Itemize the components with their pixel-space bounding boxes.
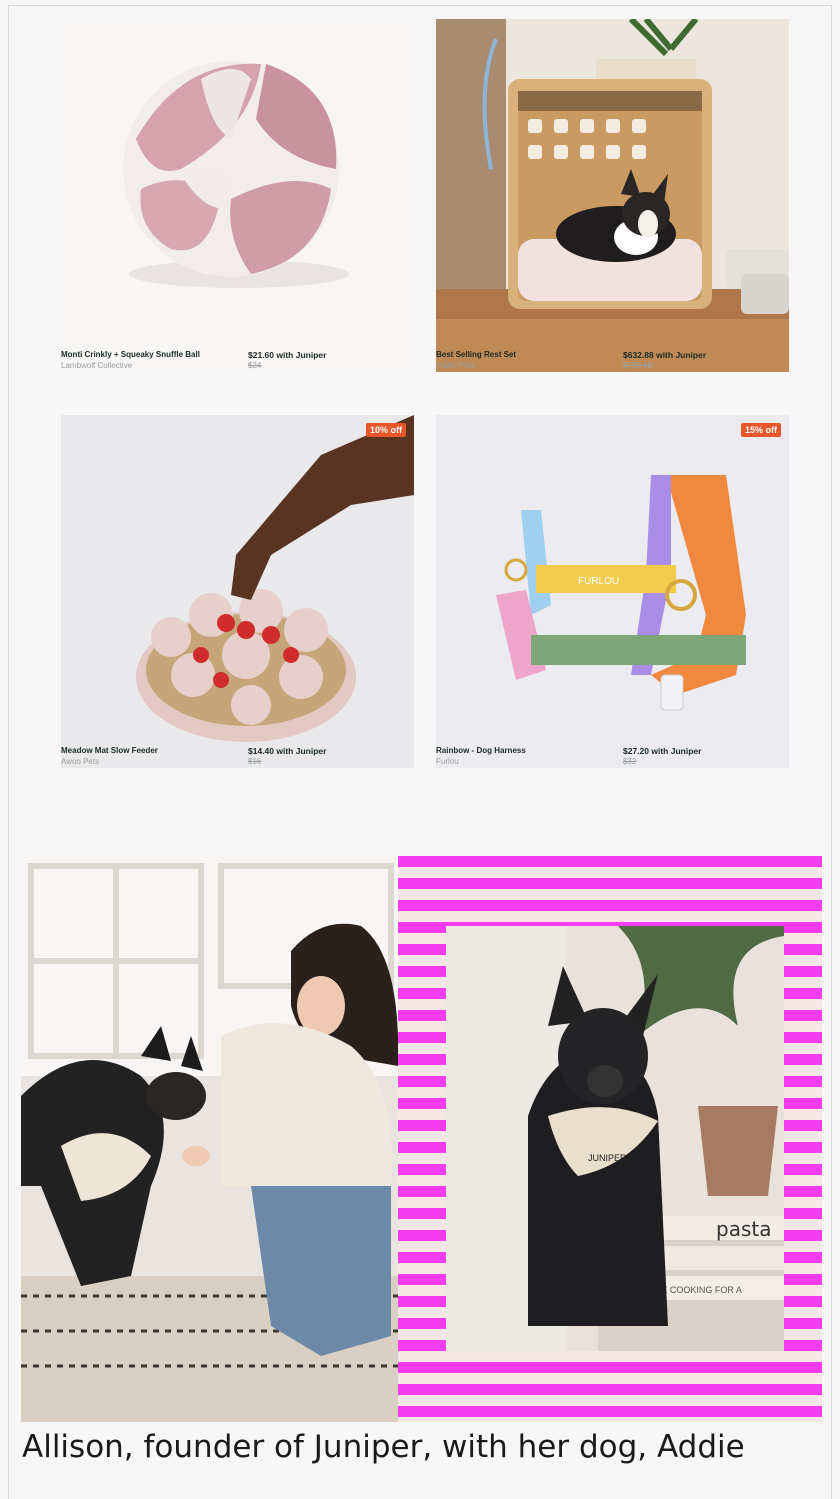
snuffle-ball-image[interactable] [61,19,414,372]
stripe [398,1384,822,1395]
slow-feeder-image[interactable]: 10% off [61,415,414,768]
product-brand: Awoo Pets [61,757,100,766]
product-original-price: $16 [248,757,262,766]
stripe [398,856,822,867]
product-name[interactable]: Meadow Mat Slow Feeder [61,746,158,755]
discount-badge: 10% off [365,423,406,437]
product-name[interactable]: Monti Crinkly + Squeaky Snuffle Ball [61,350,200,359]
product-price: $21.60 with Juniper [248,350,327,360]
product-original-price: $24 [248,361,262,370]
product-price: $27.20 with Juniper [623,746,702,756]
dog-harness-image[interactable]: FURLOU 15% off [436,415,789,768]
stripe [398,1406,822,1417]
discount-badge: 15% off [740,423,781,437]
stripe [398,900,822,911]
product-name[interactable]: Best Selling Rest Set [436,350,516,359]
dog-crate-image[interactable] [436,19,789,372]
feature-caption: Allison, founder of Juniper, with her do… [22,1429,745,1465]
book-title-text: pasta [716,1217,771,1241]
product-original-price: $32 [623,757,637,766]
stripe [398,878,822,889]
product-original-price: $791.10 [623,361,652,370]
stripe [398,1362,822,1373]
product-brand: Furlou [436,757,459,766]
product-brand: Lambwolf Collective [61,361,133,370]
product-name[interactable]: Rainbow - Dog Harness [436,746,526,755]
product-price: $632.88 with Juniper [623,350,707,360]
product-price: $14.40 with Juniper [248,746,327,756]
bandana-text: JUNIPER [588,1153,627,1163]
product-brand: Fable Pets [436,361,475,370]
founder-photo [21,856,398,1422]
dog-portrait-photo: pasta MINA STONE COOKING FOR A JUNIPER [398,856,822,1422]
harness-logo-text: FURLOU [578,576,619,587]
